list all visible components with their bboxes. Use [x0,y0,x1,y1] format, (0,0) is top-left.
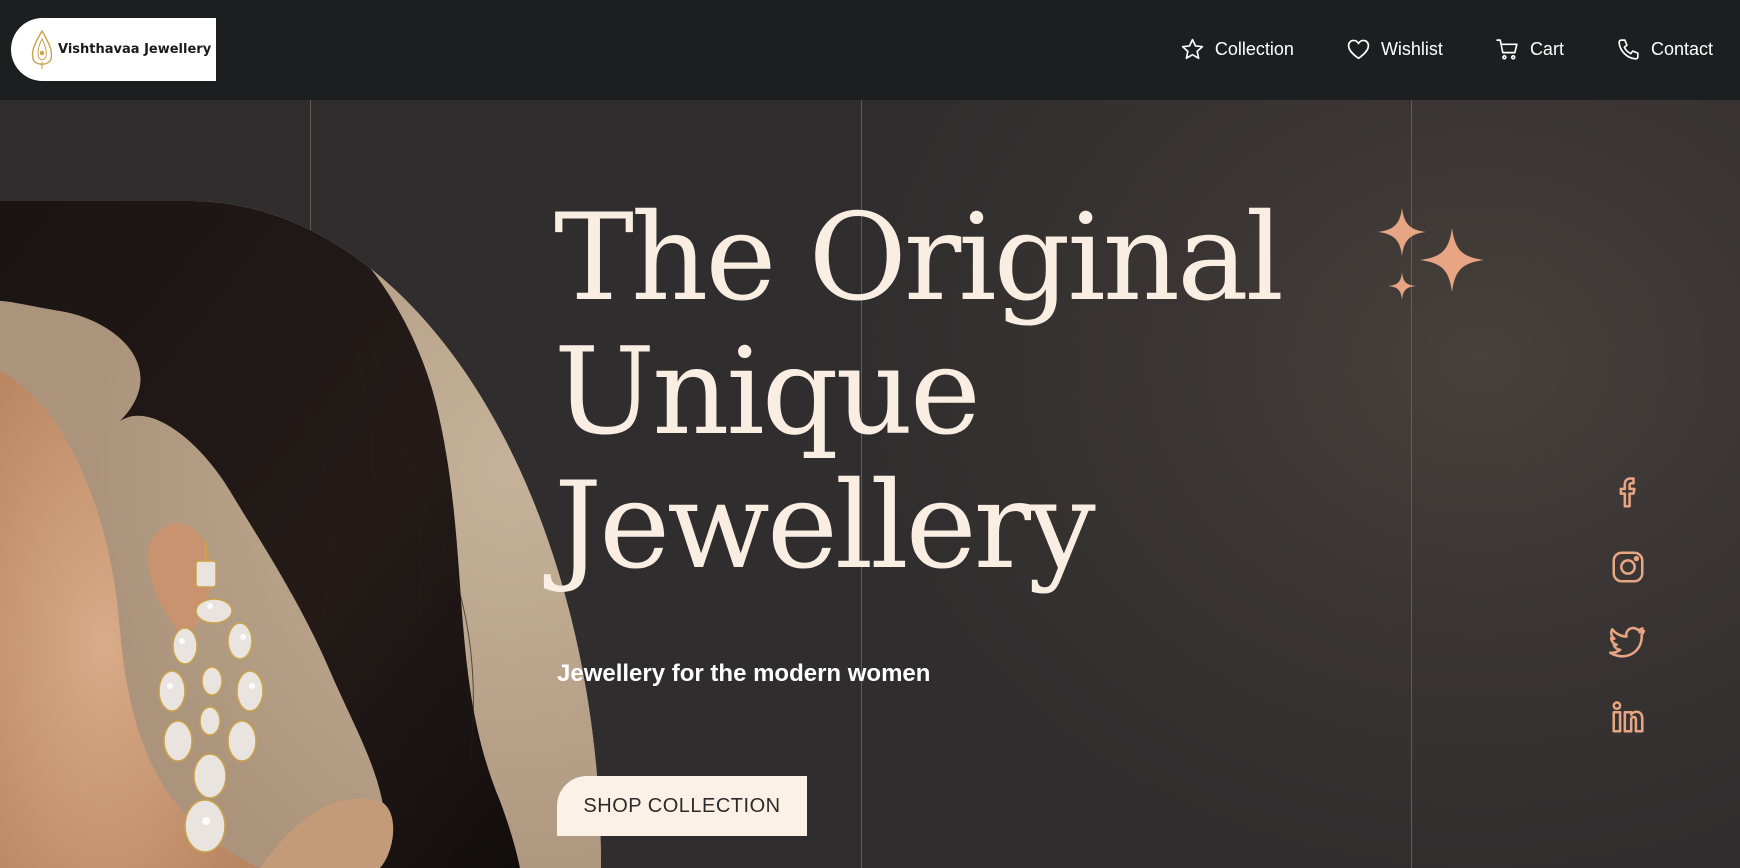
nav-item-cart[interactable]: Cart [1495,37,1564,62]
headline-line: Unique [554,323,981,462]
hero-subtitle: Jewellery for the modern women [557,660,931,687]
social-links [1609,473,1649,773]
linkedin-icon[interactable] [1609,698,1647,736]
headline-line: Jewellery [554,457,1096,596]
shop-collection-button[interactable]: SHOP COLLECTION [557,776,807,836]
phone-icon [1618,38,1639,60]
sparkles-icon [1378,208,1484,300]
nav-item-contact[interactable]: Contact [1616,37,1713,62]
nav-item-wishlist[interactable]: Wishlist [1346,37,1443,62]
heart-icon [1347,39,1370,59]
star-icon [1181,38,1204,59]
woman-with-crystal-earring [0,201,601,868]
instagram-icon[interactable] [1609,548,1647,586]
brand-logo[interactable]: Vishthavaa Jewellery [11,18,216,81]
cart-icon [1496,38,1518,60]
facebook-icon[interactable] [1609,473,1647,511]
nav-label: Collection [1214,38,1294,59]
leaf-drop-icon [31,29,53,69]
twitter-icon[interactable] [1609,623,1647,661]
hero-headline: The Original Unique Jewellery [554,192,1434,594]
brand-name: Vishthavaa Jewellery [58,42,212,57]
nav-item-collection[interactable]: Collection [1180,37,1294,62]
nav-label: Contact [1650,38,1713,59]
main-nav: Collection Wishlist Cart Contact [1128,0,1713,98]
hero-image [0,201,601,868]
hero-section: The Original Unique Jewellery Jewellery … [0,100,1740,868]
headline-line: The Original [554,189,1284,328]
nav-label: Wishlist [1380,38,1443,59]
nav-label: Cart [1529,38,1564,59]
site-header: Vishthavaa Jewellery Collection Wishlist… [0,0,1740,100]
